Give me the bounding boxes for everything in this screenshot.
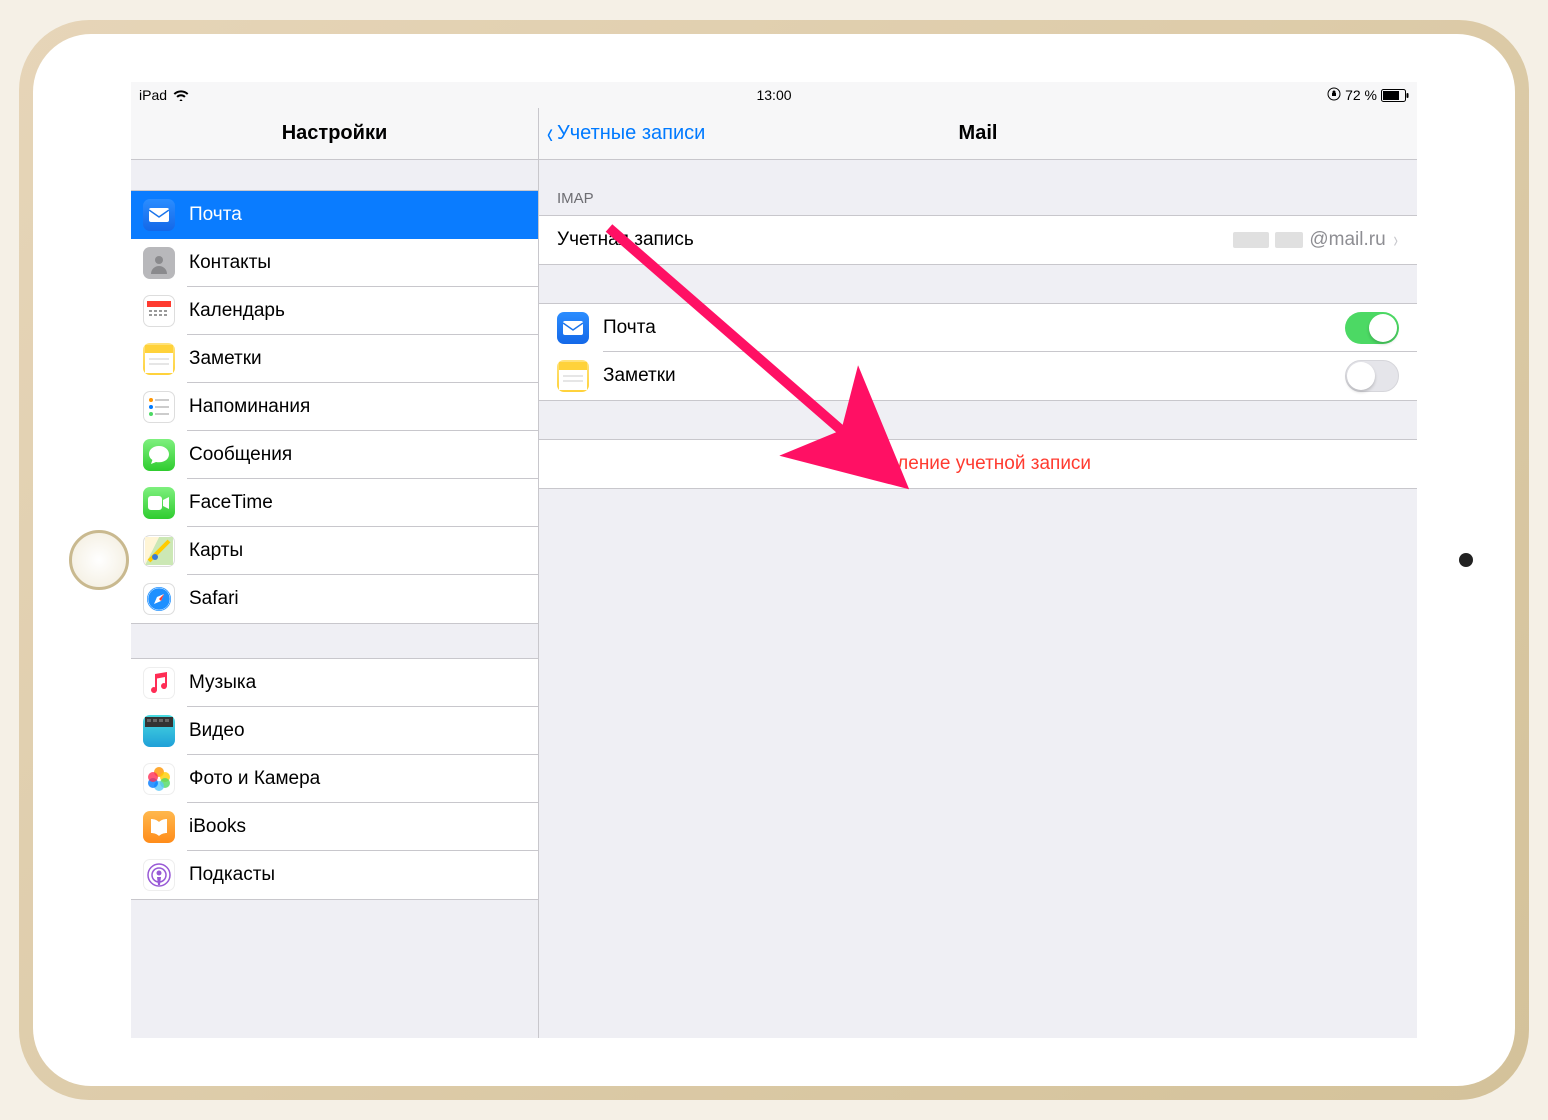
detail-navbar: ‹ Учетные записи Mail <box>539 108 1417 160</box>
sidebar-item-label: Заметки <box>189 348 262 370</box>
sidebar-item-contacts[interactable]: Контакты <box>131 239 538 287</box>
sidebar-item-safari[interactable]: Safari <box>131 575 538 623</box>
sidebar-item-podcasts[interactable]: Подкасты <box>131 851 538 899</box>
sidebar-item-messages[interactable]: Сообщения <box>131 431 538 479</box>
reminders-icon <box>143 391 175 423</box>
sidebar-item-label: iBooks <box>189 816 246 838</box>
service-notes-switch[interactable] <box>1345 360 1399 392</box>
sidebar-group-apps2: Музыка Видео <box>131 658 538 900</box>
sidebar-item-calendar[interactable]: Календарь <box>131 287 538 335</box>
videos-icon <box>143 715 175 747</box>
chevron-left-icon: ‹ <box>547 119 553 149</box>
notes-icon <box>143 343 175 375</box>
photos-icon <box>143 763 175 795</box>
sidebar-item-mail[interactable]: Почта <box>131 191 538 239</box>
account-group: Учетная запись @mail.ru › <box>539 215 1417 265</box>
status-bar: iPad 13:00 72 % <box>131 82 1417 108</box>
redacted-block <box>1233 232 1269 248</box>
delete-group: Удаление учетной записи <box>539 439 1417 489</box>
safari-icon <box>143 583 175 615</box>
sidebar-item-facetime[interactable]: FaceTime <box>131 479 538 527</box>
sidebar-item-label: Видео <box>189 720 245 742</box>
sidebar-item-photos[interactable]: Фото и Камера <box>131 755 538 803</box>
sidebar-item-maps[interactable]: Карты <box>131 527 538 575</box>
camera-dot <box>1459 553 1473 567</box>
imap-header: IMAP <box>539 160 1417 215</box>
device-label: iPad <box>139 87 167 103</box>
service-mail-label: Почта <box>603 317 656 339</box>
battery-icon <box>1381 89 1409 102</box>
service-notes-label: Заметки <box>603 365 676 387</box>
delete-account-button[interactable]: Удаление учетной записи <box>539 440 1417 488</box>
sidebar-title-label: Настройки <box>282 122 388 145</box>
account-value-suffix: @mail.ru <box>1309 229 1385 251</box>
delete-label: Удаление учетной записи <box>865 453 1091 475</box>
sidebar-group-apps1: Почта Контакты <box>131 190 538 624</box>
chevron-right-icon: › <box>1393 227 1397 253</box>
sidebar-item-videos[interactable]: Видео <box>131 707 538 755</box>
sidebar-item-music[interactable]: Музыка <box>131 659 538 707</box>
sidebar-item-label: Напоминания <box>189 396 310 418</box>
detail-title: Mail <box>959 122 998 145</box>
messages-icon <box>143 439 175 471</box>
sidebar-item-label: Подкасты <box>189 864 275 886</box>
back-button[interactable]: ‹ Учетные записи <box>545 119 705 149</box>
sidebar-item-label: Карты <box>189 540 243 562</box>
calendar-icon <box>143 295 175 327</box>
sidebar-item-label: Сообщения <box>189 444 292 466</box>
service-mail-cell: Почта <box>539 304 1417 352</box>
account-label: Учетная запись <box>557 229 694 251</box>
music-icon <box>143 667 175 699</box>
ibooks-icon <box>143 811 175 843</box>
services-group: Почта Заметки <box>539 303 1417 401</box>
account-cell[interactable]: Учетная запись @mail.ru › <box>539 216 1417 264</box>
home-button[interactable] <box>69 530 129 590</box>
sidebar-item-label: Календарь <box>189 300 285 322</box>
service-mail-switch[interactable] <box>1345 312 1399 344</box>
service-notes-cell: Заметки <box>539 352 1417 400</box>
mail-icon <box>557 312 589 344</box>
contacts-icon <box>143 247 175 279</box>
sidebar-item-label: Контакты <box>189 252 271 274</box>
sidebar-item-label: Музыка <box>189 672 256 694</box>
sidebar-title: Настройки <box>131 108 538 160</box>
sidebar-item-reminders[interactable]: Напоминания <box>131 383 538 431</box>
battery-percent: 72 % <box>1345 87 1377 103</box>
sidebar-item-notes[interactable]: Заметки <box>131 335 538 383</box>
maps-icon <box>143 535 175 567</box>
back-label: Учетные записи <box>557 122 705 145</box>
mail-icon <box>143 199 175 231</box>
sidebar-item-label: FaceTime <box>189 492 273 514</box>
sidebar-item-label: Фото и Камера <box>189 768 320 790</box>
sidebar-item-label: Почта <box>189 204 242 226</box>
podcasts-icon <box>143 859 175 891</box>
clock: 13:00 <box>756 87 791 103</box>
wifi-icon <box>173 89 189 101</box>
notes-icon <box>557 360 589 392</box>
facetime-icon <box>143 487 175 519</box>
redacted-block <box>1275 232 1303 248</box>
sidebar-item-label: Safari <box>189 588 239 610</box>
orientation-lock-icon <box>1327 87 1341 104</box>
sidebar-item-ibooks[interactable]: iBooks <box>131 803 538 851</box>
